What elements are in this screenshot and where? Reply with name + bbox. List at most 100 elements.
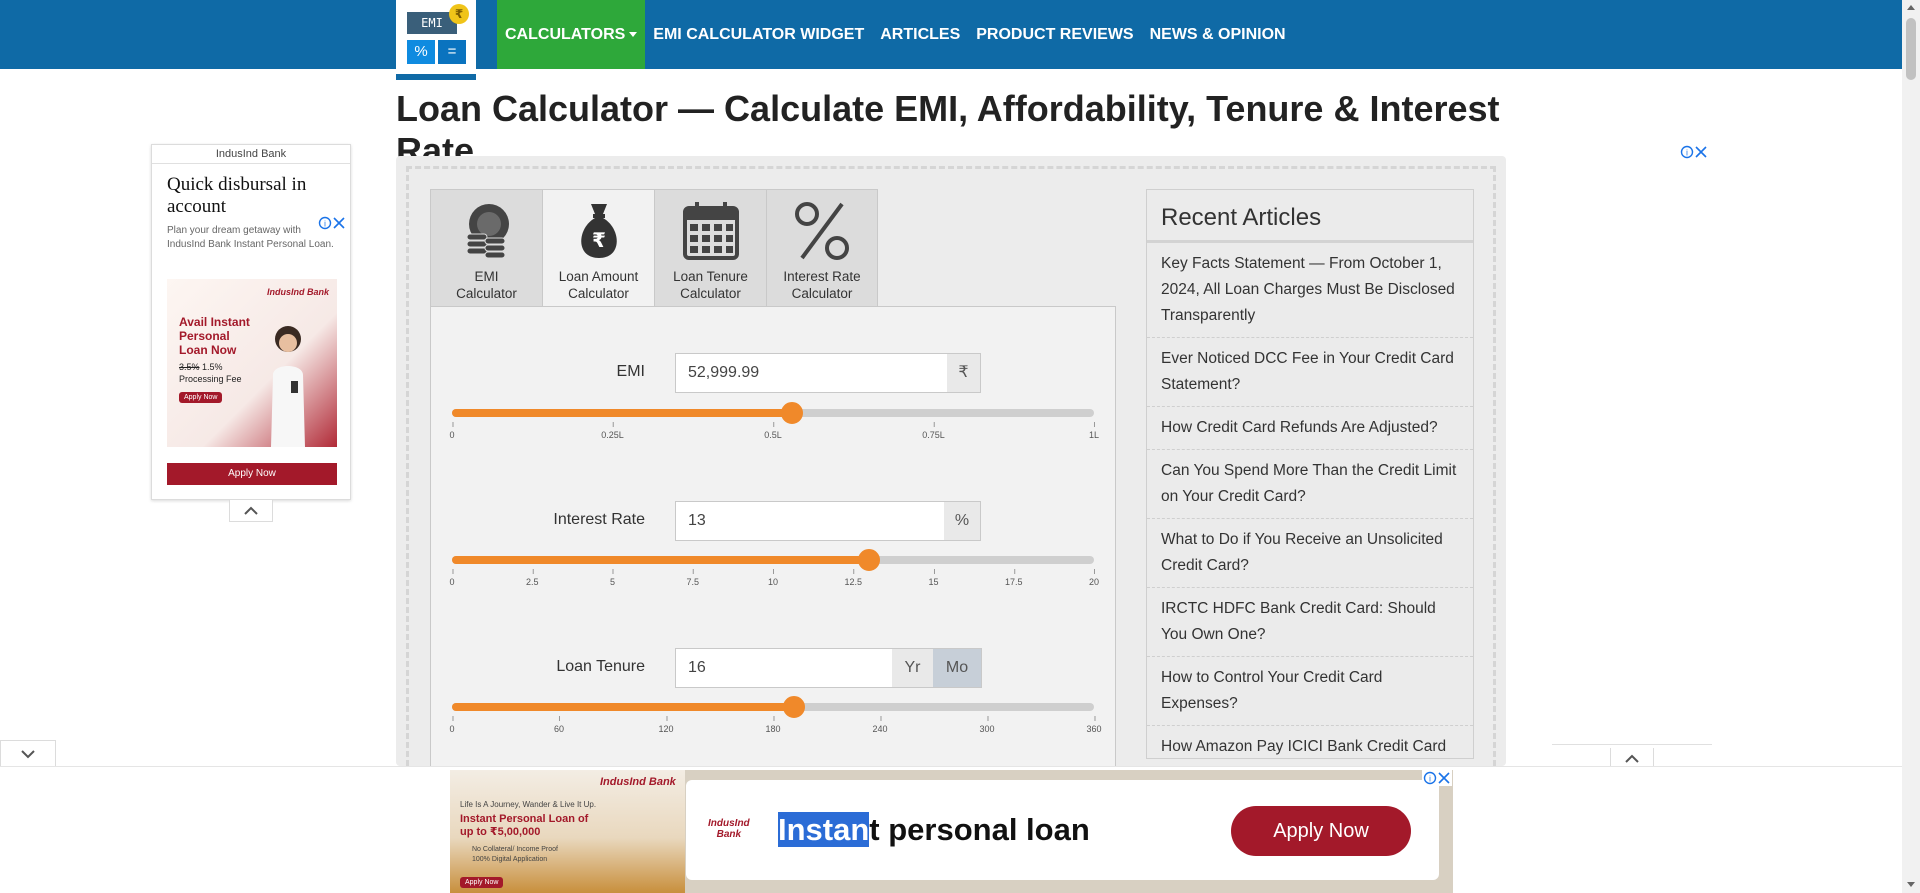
tab-loan-amount-line1: Loan Amount xyxy=(558,269,639,284)
tab-loan-tenure-line2: Calculator xyxy=(680,286,741,301)
creative-fee: 3.5% 1.5% Processing Fee xyxy=(179,361,242,385)
calculator-tabs: EMI Calculator ₹ Loan Amount Calculator … xyxy=(430,189,878,307)
slider-tick-label: 300 xyxy=(979,716,995,734)
tab-loan-tenure-calculator[interactable]: Loan Tenure Calculator xyxy=(654,189,766,307)
recent-articles: Recent Articles Key Facts Statement — Fr… xyxy=(1146,189,1474,759)
article-link[interactable]: Key Facts Statement — From October 1, 20… xyxy=(1147,243,1473,338)
article-link[interactable]: How to Control Your Credit Card Expenses… xyxy=(1147,657,1473,726)
recent-articles-title: Recent Articles xyxy=(1147,190,1473,243)
tenure-month-toggle[interactable]: Mo xyxy=(933,648,982,688)
slider-tick-label: 180 xyxy=(765,716,781,734)
interest-rate-slider[interactable] xyxy=(452,549,1094,571)
site-logo[interactable]: EMI ₹ % = xyxy=(396,0,476,80)
slider-tick-label: 7.5 xyxy=(686,569,700,587)
main-nav: CALCULATORS EMI CALCULATOR WIDGET ARTICL… xyxy=(497,0,1294,69)
slider-tick-label: 1L xyxy=(1088,422,1100,440)
rupee-coin-icon: ₹ xyxy=(449,4,469,24)
slider-tick-label: 0.5L xyxy=(764,422,782,440)
nav-emi-calculator-widget[interactable]: EMI CALCULATOR WIDGET xyxy=(645,0,872,69)
creative-brand: IndusInd Bank xyxy=(266,287,329,297)
article-link[interactable]: How Credit Card Refunds Are Adjusted? xyxy=(1147,407,1473,450)
slider-tick-label: 17.5 xyxy=(1004,569,1023,587)
slider-tick-label: 240 xyxy=(872,716,888,734)
slider-tick-label: 120 xyxy=(658,716,674,734)
nav-product-reviews[interactable]: PRODUCT REVIEWS xyxy=(968,0,1141,69)
svg-text:₹: ₹ xyxy=(592,228,606,252)
scroll-down-arrow-icon[interactable] xyxy=(1907,882,1915,887)
bottom-ad-headline[interactable]: Instant personal loan xyxy=(778,812,1090,848)
rupee-addon: ₹ xyxy=(947,353,981,393)
bottom-creative-apply-button: Apply Now xyxy=(460,877,504,888)
chevron-up-icon xyxy=(244,506,258,515)
fee-old: 3.5% xyxy=(179,362,200,372)
ad-headline[interactable]: Quick disbursal in account xyxy=(152,164,350,218)
bottom-ad-headline-rest: t personal loan xyxy=(869,812,1090,847)
woman-with-phone-icon xyxy=(271,326,305,447)
bottom-ad-card[interactable]: IndusInd Bank Instant personal loan Appl… xyxy=(686,780,1439,880)
tab-loan-amount-calculator[interactable]: ₹ Loan Amount Calculator xyxy=(542,189,654,307)
page-scrollbar[interactable] xyxy=(1902,0,1920,893)
bottom-creative-points: No Collateral/ Income Proof 100% Digital… xyxy=(472,846,558,863)
nav-news-opinion[interactable]: NEWS & OPINION xyxy=(1142,0,1294,69)
right-ad-choices-icon[interactable]: i xyxy=(1680,145,1708,159)
scrollbar-thumb[interactable] xyxy=(1906,18,1916,80)
creative-title: Avail Instant Personal Loan Now xyxy=(179,315,250,357)
selected-text-highlight: Instan xyxy=(778,812,870,847)
tab-emi-line2: Calculator xyxy=(456,286,517,301)
tenure-slider-handle[interactable] xyxy=(783,696,806,718)
loan-tenure-input[interactable]: 16 xyxy=(675,648,893,688)
fee-text: Processing Fee xyxy=(179,374,242,384)
emi-slider[interactable] xyxy=(452,402,1094,424)
slider-tick-label: 10 xyxy=(767,569,779,587)
bottom-ad-collapse-button[interactable] xyxy=(0,740,56,766)
bottom-ad-apply-now-button[interactable]: Apply Now xyxy=(1231,806,1411,856)
chevron-up-icon xyxy=(1625,754,1639,763)
interest-rate-input[interactable]: 13 xyxy=(675,501,945,541)
slider-tick-label: 2.5 xyxy=(525,569,539,587)
bottom-creative-title: Instant Personal Loan of up to ₹5,00,000 xyxy=(460,813,589,838)
tab-loan-tenure-line1: Loan Tenure xyxy=(673,269,748,284)
logo-equals-key: = xyxy=(438,40,466,64)
svg-text:i: i xyxy=(1686,149,1688,158)
loan-tenure-slider[interactable] xyxy=(452,696,1094,718)
article-link[interactable]: What to Do if You Receive an Unsolicited… xyxy=(1147,519,1473,588)
article-link[interactable]: Can You Spend More Than the Credit Limit… xyxy=(1147,450,1473,519)
svg-text:i: i xyxy=(324,220,326,229)
ad-apply-now-button[interactable]: Apply Now xyxy=(167,463,337,485)
emi-slider-ticks: 0 0.25L 0.5L 0.75L 1L xyxy=(449,422,1099,444)
slider-tick-label: 0.25L xyxy=(601,422,624,440)
nav-calculators[interactable]: CALCULATORS xyxy=(497,0,646,69)
tab-loan-amount-line2: Calculator xyxy=(568,286,629,301)
emi-input[interactable]: 52,999.99 xyxy=(675,353,948,393)
caret-down-icon xyxy=(629,32,638,38)
article-link[interactable]: Ever Noticed DCC Fee in Your Credit Card… xyxy=(1147,338,1473,407)
tenure-year-toggle[interactable]: Yr xyxy=(892,648,934,688)
tab-interest-rate-line2: Calculator xyxy=(791,286,853,301)
fee-new: 1.5% xyxy=(202,362,223,372)
slider-tick-label: 5 xyxy=(609,569,616,587)
article-link[interactable]: How Amazon Pay ICICI Bank Credit Card xyxy=(1147,726,1473,758)
percent-icon xyxy=(795,202,849,260)
ad-creative-image[interactable]: IndusInd Bank Avail Instant Personal Loa… xyxy=(167,279,337,447)
tenure-slider-fill xyxy=(452,703,795,711)
emi-label: EMI xyxy=(616,363,645,380)
ad-brand: IndusInd Bank xyxy=(152,145,350,164)
ad-choices-icon[interactable]: i xyxy=(318,216,346,230)
bottom-ad-creative[interactable]: IndusInd Bank Life Is A Journey, Wander … xyxy=(450,770,685,893)
creative-apply-button: Apply Now xyxy=(179,392,223,403)
left-ad-collapse-button[interactable] xyxy=(229,500,273,522)
tab-interest-rate-calculator[interactable]: Interest Rate Calculator xyxy=(766,189,878,307)
bottom-ad-choices-icon[interactable]: i xyxy=(1422,770,1452,786)
slider-tick-label: 0 xyxy=(449,716,455,734)
left-sidebar-ad[interactable]: IndusInd Bank Quick disbursal in account… xyxy=(151,144,351,500)
slider-tick-label: 60 xyxy=(553,716,565,734)
percent-addon: % xyxy=(944,501,981,541)
slider-tick-label: 360 xyxy=(1086,716,1102,734)
loan-tenure-label: Loan Tenure xyxy=(556,658,645,675)
bottom-ad[interactable]: IndusInd Bank Life Is A Journey, Wander … xyxy=(450,770,1453,893)
nav-articles[interactable]: ARTICLES xyxy=(872,0,968,69)
slider-tick-label: 12.5 xyxy=(844,569,863,587)
article-link[interactable]: IRCTC HDFC Bank Credit Card: Should You … xyxy=(1147,588,1473,657)
tab-emi-calculator[interactable]: EMI Calculator xyxy=(430,189,542,307)
scroll-up-arrow-icon[interactable] xyxy=(1907,5,1915,10)
